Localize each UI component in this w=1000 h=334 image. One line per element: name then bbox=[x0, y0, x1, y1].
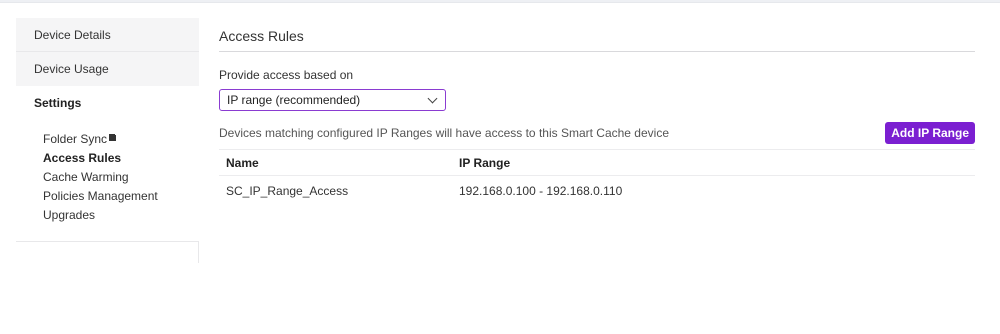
top-border bbox=[0, 0, 1000, 3]
submenu-item-cache-warming[interactable]: Cache Warming bbox=[43, 168, 199, 187]
sidebar-divider bbox=[16, 241, 199, 242]
submenu-item-folder-sync[interactable]: Folder Sync bbox=[43, 130, 199, 149]
sidebar-item-label: Settings bbox=[34, 96, 82, 110]
add-ip-range-button[interactable]: Add IP Range bbox=[885, 122, 975, 144]
column-header-name: Name bbox=[226, 155, 259, 170]
page-title: Access Rules bbox=[219, 18, 975, 52]
submenu-item-label: Folder Sync bbox=[43, 132, 108, 146]
submenu-item-label: Cache Warming bbox=[43, 170, 129, 184]
sidebar-item-device-details[interactable]: Device Details bbox=[16, 18, 199, 52]
sidebar-edge bbox=[198, 241, 199, 263]
sidebar-item-label: Device Usage bbox=[34, 62, 109, 76]
table-header: Name IP Range bbox=[219, 150, 975, 176]
settings-submenu: Folder Sync Access Rules Cache Warming P… bbox=[16, 120, 199, 225]
chevron-down-icon bbox=[427, 93, 438, 103]
ip-range-table: Name IP Range SC_IP_Range_Access 192.168… bbox=[219, 149, 975, 206]
main-panel: Access Rules Provide access based on IP … bbox=[219, 18, 975, 206]
cell-name: SC_IP_Range_Access bbox=[226, 184, 349, 198]
submenu-item-label: Policies Management bbox=[43, 189, 158, 203]
submenu-item-label: Upgrades bbox=[43, 208, 96, 222]
sidebar-item-device-usage[interactable]: Device Usage bbox=[16, 52, 199, 86]
sidebar-item-label: Device Details bbox=[34, 27, 111, 42]
external-link-icon bbox=[109, 131, 119, 141]
submenu-item-upgrades[interactable]: Upgrades bbox=[43, 206, 199, 225]
sidebar-item-settings[interactable]: Settings bbox=[16, 86, 199, 120]
submenu-item-label: Access Rules bbox=[43, 151, 122, 165]
table-row[interactable]: SC_IP_Range_Access 192.168.0.100 - 192.1… bbox=[219, 176, 975, 206]
info-text: Devices matching configured IP Ranges wi… bbox=[219, 126, 669, 140]
access-basis-label: Provide access based on bbox=[219, 68, 354, 82]
submenu-item-policies-management[interactable]: Policies Management bbox=[43, 187, 199, 206]
info-row: Devices matching configured IP Ranges wi… bbox=[219, 121, 975, 145]
cell-ip-range: 192.168.0.100 - 192.168.0.110 bbox=[459, 184, 623, 198]
column-header-ip-range: IP Range bbox=[459, 155, 511, 170]
select-value: IP range (recommended) bbox=[227, 93, 361, 107]
sidebar: Device Details Device Usage Settings Fol… bbox=[16, 18, 199, 225]
submenu-item-access-rules[interactable]: Access Rules bbox=[43, 149, 199, 168]
access-basis-select[interactable]: IP range (recommended) bbox=[219, 89, 446, 111]
